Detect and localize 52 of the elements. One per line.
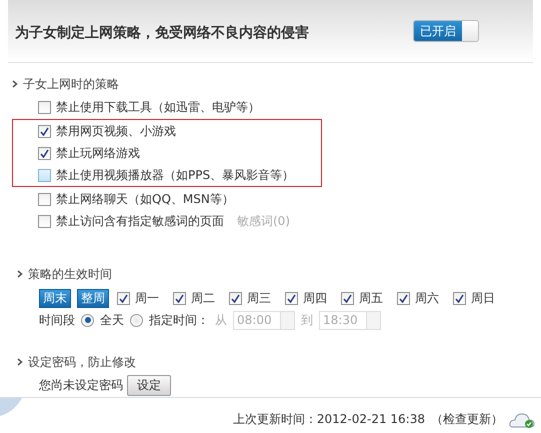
checkbox[interactable] [117,292,130,305]
rule-label: 禁止使用视频播放器（如PPS、暴风影音等） [56,166,294,184]
time-field[interactable]: 18:30 [319,310,381,330]
day-label: 周日 [471,290,495,307]
rule-label: 禁止使用下载工具（如迅雷、电驴等） [56,98,260,116]
keyword-link[interactable]: 敏感词(0) [237,212,290,230]
rule-label: 禁止玩网络游戏 [56,144,140,162]
day-label: 周四 [303,290,327,307]
chevron-icon [12,80,18,88]
rule-label: 禁止网络聊天（如QQ、MSN等） [56,190,234,208]
to-label: 到 [301,312,313,329]
toggle-switch[interactable]: 已开启 [413,20,479,42]
checkbox[interactable] [38,100,51,114]
checkbox[interactable] [38,214,51,228]
rule-label: 禁用网页视频、小游戏 [56,122,176,140]
radio-label: 指定时间： [149,312,209,329]
checkbox[interactable] [38,124,51,138]
day-label: 周六 [415,290,439,307]
checkbox[interactable] [285,292,298,305]
checkbox[interactable] [38,168,51,182]
checkbox[interactable] [38,146,51,160]
radio-button[interactable] [130,314,143,327]
section-title: 设定密码，防止修改 [28,354,136,371]
check-update-link[interactable]: （检查更新） [431,411,503,428]
section-title: 子女上网时的策略 [23,76,119,93]
time-field[interactable]: 08:00 [233,310,295,330]
last-update-text: 上次更新时间：2012-02-21 16:38 [232,411,425,428]
chevron-icon [17,358,23,366]
checkbox[interactable] [229,292,242,305]
checkbox[interactable] [397,292,410,305]
from-label: 从 [215,312,227,329]
password-status: 您尚未设定密码 [39,376,123,394]
checkbox[interactable] [341,292,354,305]
radio-label: 全天 [100,312,124,329]
day-label: 周二 [191,290,215,307]
day-label: 周一 [135,290,159,307]
cloud-icon [509,410,535,429]
set-button[interactable]: 设定 [127,374,171,396]
toggle-label: 已开启 [414,21,462,42]
day-label: 周三 [247,290,271,307]
checkbox[interactable] [38,192,51,206]
page-title: 为子女制定上网策略，免受网络不良内容的侵害 [15,24,309,42]
checkbox[interactable] [453,292,466,305]
radio-button[interactable] [81,314,94,327]
chevron-icon [17,270,23,278]
checkbox[interactable] [173,292,186,305]
day-label: 周五 [359,290,383,307]
period-label: 时间段 [39,312,75,329]
preset-button[interactable]: 周末 [39,288,71,308]
section-title: 策略的生效时间 [28,266,112,283]
preset-button[interactable]: 整周 [77,288,109,308]
rule-label: 禁止访问含有指定敏感词的页面 [56,212,224,230]
